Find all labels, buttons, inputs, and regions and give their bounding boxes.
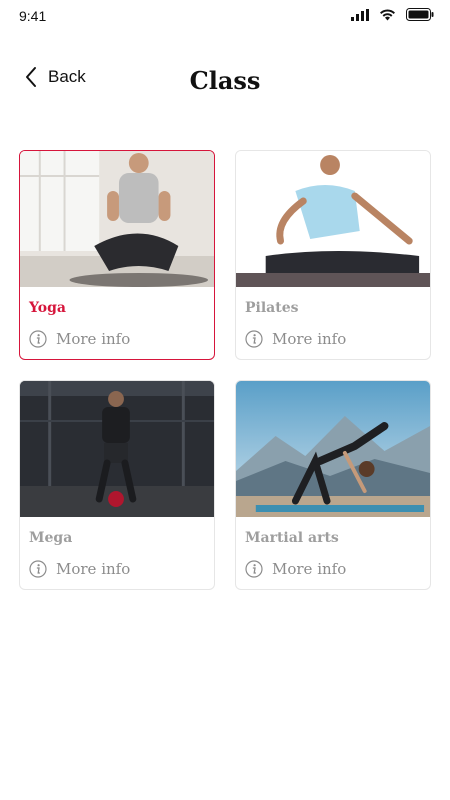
status-icons: [351, 8, 434, 21]
status-bar: 9:41: [0, 0, 450, 32]
more-info-label: More info: [56, 560, 131, 578]
page-title: Class: [189, 66, 261, 95]
class-card-martial-arts[interactable]: Martial arts More info: [235, 380, 431, 590]
more-info-label: More info: [272, 330, 347, 348]
more-info-label: More info: [272, 560, 347, 578]
status-time: 9:41: [19, 8, 47, 24]
class-name: Mega: [29, 530, 73, 546]
more-info-link[interactable]: More info: [29, 330, 130, 348]
class-name: Yoga: [29, 300, 66, 316]
martial-arts-photo: [236, 381, 430, 517]
info-icon: [29, 560, 47, 578]
more-info-label: More info: [56, 330, 131, 348]
signal-icon: [351, 8, 369, 21]
mega-photo: [20, 381, 214, 517]
pilates-photo: [236, 151, 430, 287]
battery-icon: [406, 8, 434, 21]
class-card-pilates[interactable]: Pilates More info: [235, 150, 431, 360]
wifi-icon: [380, 8, 395, 20]
info-icon: [29, 330, 47, 348]
class-name: Martial arts: [245, 530, 339, 546]
info-icon: [245, 330, 263, 348]
class-card-yoga[interactable]: Yoga More info: [19, 150, 215, 360]
more-info-link[interactable]: More info: [245, 330, 346, 348]
more-info-link[interactable]: More info: [245, 560, 346, 578]
more-info-link[interactable]: More info: [29, 560, 130, 578]
yoga-photo: [20, 151, 214, 287]
info-icon: [245, 560, 263, 578]
class-card-mega[interactable]: Mega More info: [19, 380, 215, 590]
class-name: Pilates: [245, 300, 299, 316]
